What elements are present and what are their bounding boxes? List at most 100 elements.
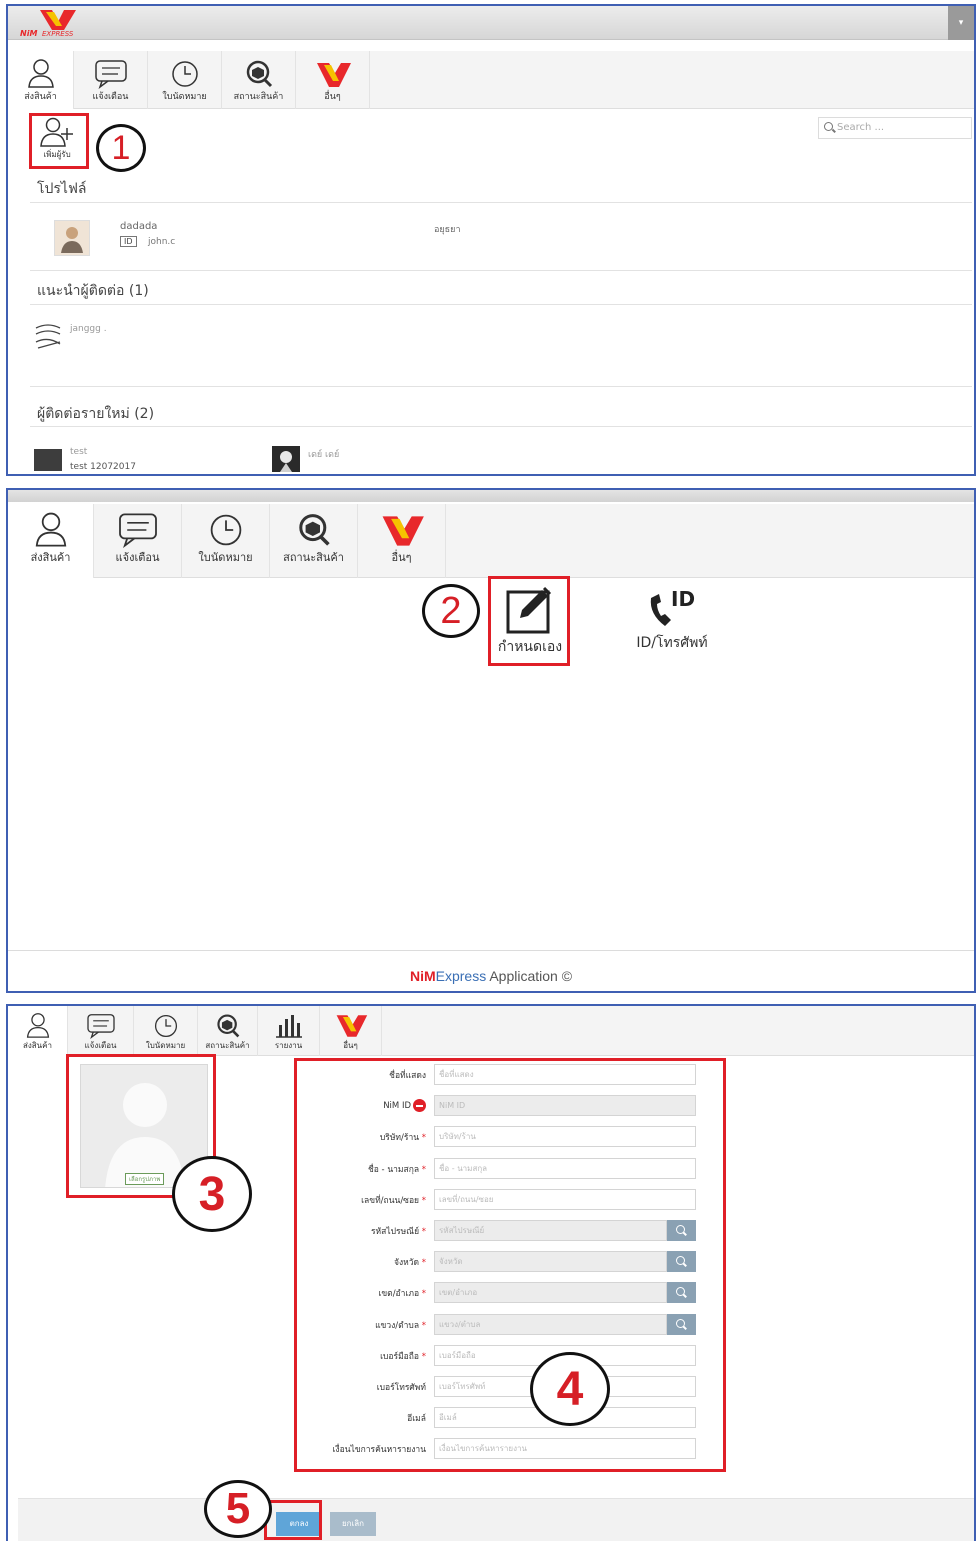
form-input[interactable]: เงื่อนไขการค้นหารายงาน (434, 1438, 696, 1460)
step-number: 1 (111, 128, 131, 167)
step-marker-3: 3 (172, 1156, 252, 1232)
id-badge-icon: ID (120, 236, 137, 247)
avatar-icon (61, 227, 83, 253)
tab-send[interactable]: ส่งสินค้า (8, 504, 94, 578)
tab-label: สถานะสินค้า (283, 551, 344, 564)
tab-notify[interactable]: แจ้งเตือน (94, 504, 182, 578)
form-label-text: เขต/อำเภอ (378, 1289, 420, 1300)
profile-avatar[interactable] (54, 220, 90, 256)
user-icon (27, 59, 54, 88)
scribble-avatar-icon (35, 324, 61, 349)
step-marker-2: 2 (422, 584, 480, 638)
form-label: เบอร์โทรศัพท์ (377, 1380, 426, 1394)
no-entry-icon (413, 1099, 426, 1113)
tab-appointment[interactable]: ใบนัดหมาย (148, 51, 222, 109)
form-input[interactable]: บริษัท/ร้าน (434, 1126, 696, 1148)
form-row: เขต/อำเภอ * เขต/อำเภอ (304, 1282, 698, 1304)
form-label: แขวง/ตำบล * (375, 1318, 426, 1332)
contact-avatar-test[interactable] (34, 449, 62, 471)
step-number: 2 (440, 589, 462, 632)
step-marker-4: 4 (530, 1352, 610, 1426)
box-search-icon (216, 1014, 239, 1038)
form-label: ชื่อที่แสดง (389, 1068, 426, 1082)
form-input[interactable]: จังหวัด (434, 1251, 667, 1273)
lookup-search-button[interactable] (667, 1220, 696, 1241)
tab-report[interactable]: รายงาน (258, 1006, 320, 1056)
form-label: ชื่อ - นามสกุล * (368, 1162, 426, 1176)
tab-notify[interactable]: แจ้งเตือน (68, 1006, 134, 1056)
form-label-text: อีเมล์ (407, 1414, 426, 1425)
form-row: NiM ID NiM ID (304, 1095, 698, 1117)
tab-status[interactable]: สถานะสินค้า (270, 504, 358, 578)
nim-logo: NiM EXPRESS (18, 8, 100, 38)
profile-id: john.c (148, 237, 176, 247)
divider (30, 270, 972, 271)
required-marker: * (419, 1289, 426, 1300)
profile-name: dadada (120, 221, 158, 232)
search-placeholder: Search ... (837, 122, 885, 133)
tab-label: แจ้งเตือน (84, 1041, 117, 1050)
form-input[interactable]: เขต/อำเภอ (434, 1282, 667, 1304)
form-input[interactable]: ชื่อที่แสดง (434, 1064, 696, 1085)
tab-more[interactable]: อื่นๆ (320, 1006, 382, 1056)
tab-label: อื่นๆ (343, 1041, 358, 1050)
tab-send[interactable]: ส่งสินค้า (8, 1006, 68, 1056)
step-number: 4 (556, 1362, 584, 1416)
suggest-avatar[interactable] (34, 322, 62, 350)
clock-icon (210, 514, 241, 546)
tab-status[interactable]: สถานะสินค้า (198, 1006, 258, 1056)
nim-express-logo-icon: NiM EXPRESS (20, 10, 76, 38)
form-input[interactable]: รหัสไปรษณีย์ (434, 1220, 667, 1241)
lookup-search-button[interactable] (667, 1313, 696, 1335)
contact-name: เดย์ เดย์ (308, 450, 340, 460)
footer-brand-nim: NiM (409, 968, 436, 984)
form-label: เงื่อนไขการค้นหารายงาน (333, 1442, 426, 1456)
tab-label: สถานะสินค้า (233, 92, 284, 102)
tab-more[interactable]: อื่นๆ (358, 504, 446, 578)
form-input[interactable]: ชื่อ - นามสกุล (434, 1157, 696, 1179)
contact-avatar-day[interactable] (272, 446, 300, 472)
form-label: อีเมล์ (407, 1411, 426, 1425)
step-marker-5: 5 (204, 1480, 272, 1538)
lookup-search-button[interactable] (667, 1282, 696, 1304)
menu-dropdown-icon[interactable]: ▾ (948, 6, 974, 40)
tab-label: ใบนัดหมาย (198, 551, 253, 564)
contact-sub: test 12072017 (70, 462, 136, 472)
divider (30, 426, 972, 427)
app-topbar: NiM EXPRESS ▾ (8, 6, 974, 40)
message-icon (94, 60, 127, 89)
id-mark: ID (671, 587, 695, 611)
form-input[interactable]: เลขที่/ถนน/ซอย (434, 1188, 696, 1210)
tab-more[interactable]: อื่นๆ (296, 51, 370, 109)
tab-label: ใบนัดหมาย (145, 1041, 186, 1050)
step-number: 5 (225, 1484, 251, 1533)
box-search-icon (298, 514, 330, 546)
tab-notify[interactable]: แจ้งเตือน (74, 51, 148, 109)
search-icon (824, 122, 833, 131)
id-phone-option-label: ID/โทรศัพท์ (636, 635, 708, 651)
divider (30, 386, 972, 387)
cancel-button[interactable]: ยกเลิก (330, 1512, 376, 1536)
form-label-text: NiM ID (383, 1101, 411, 1112)
form-action-bar (18, 1498, 974, 1541)
tab-appointment[interactable]: ใบนัดหมาย (182, 504, 270, 578)
form-row: จังหวัด * จังหวัด (304, 1251, 698, 1273)
message-icon (118, 513, 157, 548)
form-label-text: เลขที่/ถนน/ซอย (361, 1195, 420, 1206)
tab-status[interactable]: สถานะสินค้า (222, 51, 296, 109)
form-label-text: เงื่อนไขการค้นหารายงาน (332, 1445, 426, 1456)
lookup-search-button[interactable] (667, 1251, 696, 1273)
tab-label: ส่งสินค้า (30, 551, 71, 564)
form-label: เขต/อำเภอ * (378, 1286, 426, 1300)
tab-appointment[interactable]: ใบนัดหมาย (134, 1006, 198, 1056)
nim-logo-icon (382, 516, 424, 546)
id-phone-option-button[interactable]: ID ID/โทรศัพท์ (634, 586, 710, 656)
form-input[interactable]: แขวง/ตำบล (434, 1313, 667, 1335)
panel-add-method: ส่งสินค้า แจ้งเตือน ใบนัดหมาย สถานะสินค้… (6, 488, 976, 993)
form-label: เบอร์มือถือ * (380, 1349, 426, 1363)
form-label: บริษัท/ร้าน * (380, 1130, 426, 1144)
tab-send[interactable]: ส่งสินค้า (8, 51, 74, 109)
app-topbar (8, 490, 974, 502)
form-label-text: เบอร์โทรศัพท์ (376, 1383, 426, 1393)
search-input[interactable]: Search ... (818, 117, 972, 139)
